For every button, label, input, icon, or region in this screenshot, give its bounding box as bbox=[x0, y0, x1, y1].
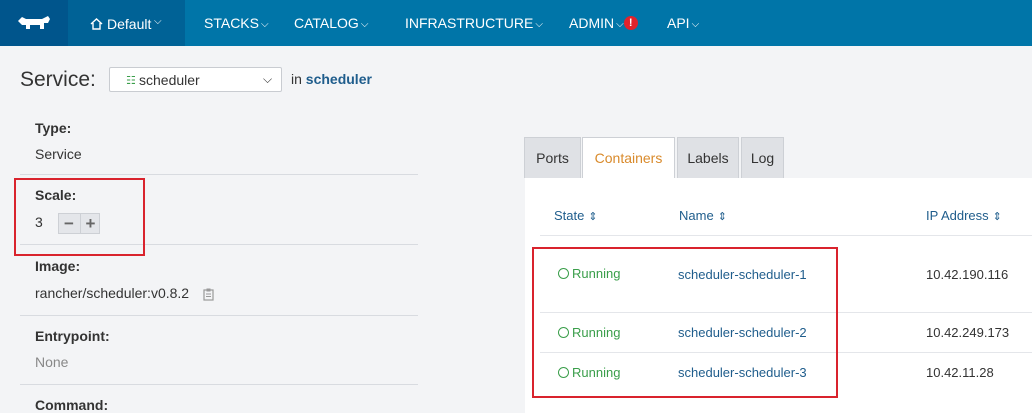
column-header-name-label: Name bbox=[679, 208, 714, 223]
nav-stacks-label: STACKS bbox=[204, 15, 259, 31]
entrypoint-value: None bbox=[35, 354, 69, 370]
chevron-down-icon: ⌵ bbox=[535, 19, 543, 30]
column-header-ip[interactable]: IP Address ⇕ bbox=[926, 208, 1002, 223]
nav-infrastructure-label: INFRASTRUCTURE bbox=[405, 15, 534, 31]
chevron-down-icon: ⌵ bbox=[260, 19, 269, 30]
highlight-box-scale bbox=[14, 178, 145, 256]
column-header-state-label: State bbox=[554, 208, 585, 223]
entrypoint-label: Entrypoint: bbox=[35, 328, 110, 344]
nav-stacks[interactable]: STACKS ⌵ bbox=[204, 15, 269, 31]
sort-icon: ⇕ bbox=[588, 211, 598, 223]
environment-label: Default bbox=[107, 16, 152, 32]
chevron-down-icon: ⌵ bbox=[360, 19, 369, 30]
service-heading: Service: bbox=[20, 68, 96, 91]
nav-catalog-label: CATALOG bbox=[294, 15, 359, 31]
nav-api-label: API bbox=[667, 15, 690, 31]
highlight-box-containers bbox=[532, 247, 838, 398]
copy-icon[interactable] bbox=[203, 288, 216, 301]
type-label: Type: bbox=[35, 120, 72, 136]
tab-containers[interactable]: Containers bbox=[582, 137, 675, 179]
stack-prefix: in bbox=[291, 71, 302, 87]
column-header-ip-label: IP Address bbox=[926, 208, 989, 223]
sort-icon: ⇕ bbox=[717, 211, 727, 223]
image-value: rancher/scheduler:v0.8.2 bbox=[35, 285, 190, 301]
rancher-logo[interactable] bbox=[0, 0, 68, 46]
nav-api[interactable]: API ⌵ bbox=[667, 15, 699, 31]
service-icon: ☷ bbox=[126, 75, 136, 87]
divider bbox=[20, 315, 418, 316]
table-divider bbox=[540, 235, 1032, 236]
command-label: Command: bbox=[35, 397, 109, 413]
chevron-down-icon: ⌵ bbox=[616, 19, 624, 30]
chevron-down-icon: ⌵ bbox=[263, 72, 273, 86]
tab-log[interactable]: Log bbox=[741, 137, 784, 178]
tab-labels[interactable]: Labels bbox=[677, 137, 739, 178]
stack-link[interactable]: scheduler bbox=[306, 71, 372, 87]
nav-catalog[interactable]: CATALOG ⌵ bbox=[294, 15, 368, 31]
ip-address: 10.42.11.28 bbox=[926, 365, 994, 380]
divider bbox=[20, 174, 418, 175]
divider bbox=[20, 384, 418, 385]
cow-logo-icon bbox=[18, 16, 50, 29]
ip-address: 10.42.190.116 bbox=[926, 267, 1009, 282]
nav-admin[interactable]: ADMIN ⌵! bbox=[569, 15, 638, 32]
sort-icon: ⇕ bbox=[992, 211, 1002, 223]
nav-infrastructure[interactable]: INFRASTRUCTURE ⌵ bbox=[405, 15, 543, 31]
service-select[interactable]: ☷ scheduler ⌵ bbox=[109, 67, 282, 92]
stack-reference: in scheduler bbox=[291, 71, 372, 87]
nav-admin-label: ADMIN bbox=[569, 15, 615, 31]
chevron-down-icon: ⌵ bbox=[691, 19, 700, 30]
column-header-name[interactable]: Name ⇕ bbox=[679, 208, 727, 223]
tab-ports[interactable]: Ports bbox=[524, 137, 581, 178]
alert-icon: ! bbox=[623, 16, 638, 30]
chevron-down-icon: ⌵ bbox=[154, 16, 162, 27]
ip-address: 10.42.249.173 bbox=[926, 325, 1010, 340]
service-select-value: scheduler bbox=[139, 72, 200, 88]
image-label: Image: bbox=[35, 258, 81, 274]
type-value: Service bbox=[35, 146, 82, 162]
top-navbar: Default ⌵ STACKS ⌵ CATALOG ⌵ INFRASTRUCTUR… bbox=[0, 0, 1032, 46]
environment-dropdown[interactable]: Default ⌵ bbox=[68, 0, 185, 46]
column-header-state[interactable]: State ⇕ bbox=[554, 208, 598, 223]
home-icon bbox=[90, 17, 103, 33]
